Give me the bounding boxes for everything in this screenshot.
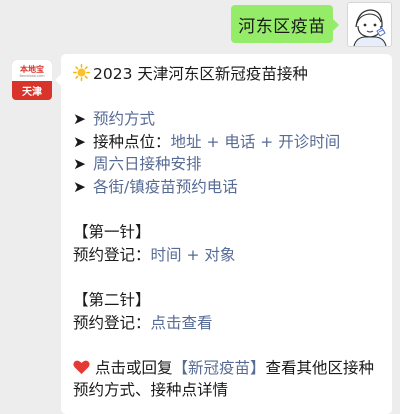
sites-label: 接种点位： [93,132,171,151]
footer-prefix: 点击或回复 [94,358,173,377]
heart-icon [73,359,95,377]
second-dose-row: 预约登记：点击查看 [73,312,386,335]
bendibao-logo: 本地宝 Bendibao.com [12,60,52,81]
weekend-schedule-link[interactable]: 周六日接种安排 [93,155,202,173]
street-phones-link[interactable]: 各街/镇疫苗预约电话 [93,178,238,196]
user-avatar[interactable] [347,2,392,47]
incoming-message-bubble: 2023 天津河东区新冠疫苗接种 ➤ 预约方式 ➤ 接种点位：地址 + 电话 + 开… [55,54,392,414]
first-dose-heading: 【第一针】 [73,223,151,242]
cartoon-person-icon [348,3,391,46]
first-dose-label: 预约登记： [73,245,151,264]
bendibao-avatar[interactable]: 本地宝 Bendibao.com 天津 [12,60,52,100]
menu-item-sites: ➤ 接种点位：地址 + 电话 + 开诊时间 [73,131,386,154]
arrow-right-icon: ➤ [73,155,86,174]
footer-row: 点击或回复【新冠疫苗】查看其他区接种预约方式、接种点详情 [73,357,386,402]
covid-vaccine-keyword-link[interactable]: 【新冠疫苗】 [172,359,265,377]
menu-item-phones[interactable]: ➤ 各街/镇疫苗预约电话 [73,176,386,199]
booking-method-link[interactable]: 预约方式 [93,110,155,128]
sun-icon [73,63,93,86]
menu-item-booking[interactable]: ➤ 预约方式 [73,108,386,131]
sites-link[interactable]: 地址 + 电话 + 开诊时间 [171,133,341,151]
message-title: 2023 天津河东区新冠疫苗接种 [93,65,308,83]
message-title-row: 2023 天津河东区新冠疫苗接种 [73,63,386,86]
outgoing-message-bubble[interactable]: 河东区疫苗 [231,5,339,43]
second-dose-heading: 【第二针】 [73,290,151,309]
arrow-right-icon: ➤ [73,132,86,151]
outgoing-message-text: 河东区疫苗 [238,16,326,37]
arrow-right-icon: ➤ [73,177,86,196]
first-dose-row: 预约登记：时间 + 对象 [73,244,386,267]
arrow-right-icon: ➤ [73,110,86,129]
second-dose-label: 预约登记： [73,313,151,332]
first-dose-link[interactable]: 时间 + 对象 [151,246,236,264]
second-dose-link[interactable]: 点击查看 [151,314,213,332]
menu-item-weekend[interactable]: ➤ 周六日接种安排 [73,153,386,176]
avatar-city-label: 天津 [22,87,42,98]
